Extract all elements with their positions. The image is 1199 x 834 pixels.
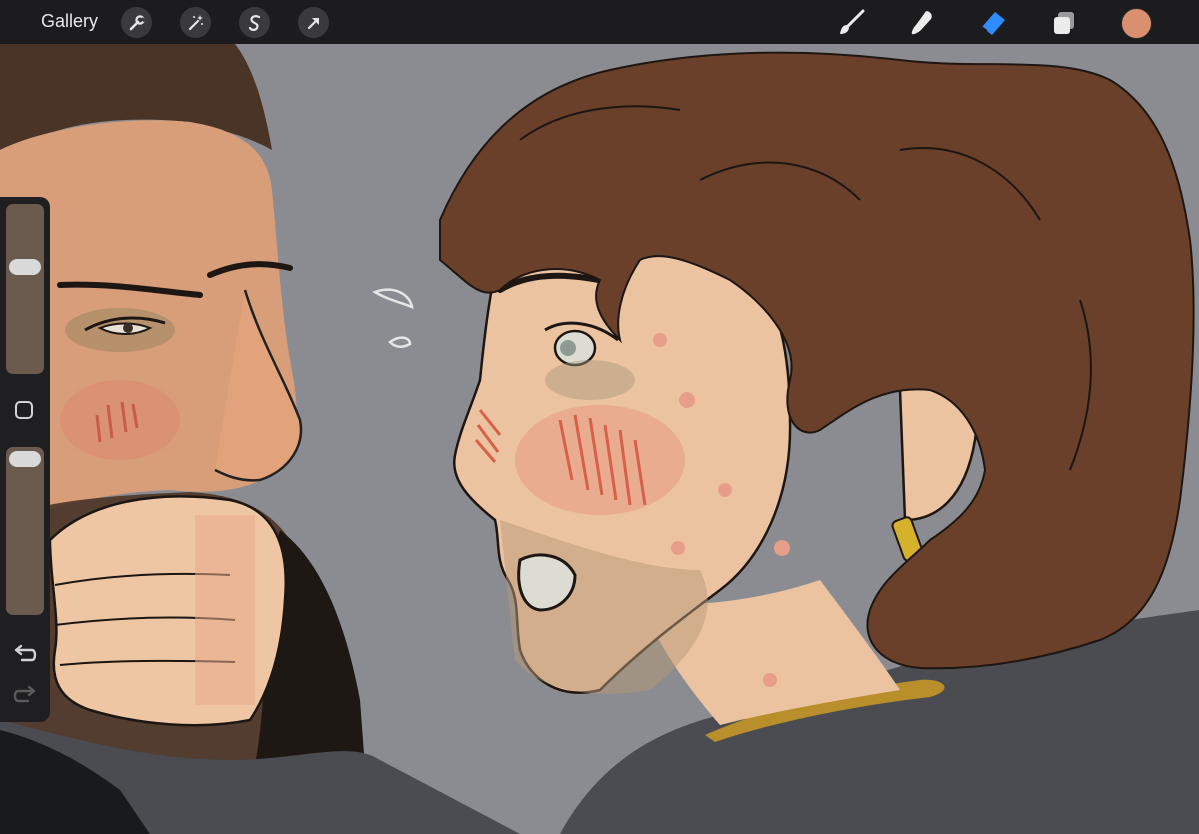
brush-icon bbox=[840, 9, 865, 34]
selection-button[interactable] bbox=[239, 7, 270, 38]
redo-button[interactable] bbox=[12, 685, 38, 707]
opacity-slider[interactable] bbox=[6, 447, 44, 615]
brush-tool-button[interactable] bbox=[835, 7, 867, 39]
top-toolbar: Gallery bbox=[0, 0, 1199, 44]
magic-wand-icon bbox=[188, 14, 203, 30]
selection-s-icon bbox=[248, 14, 260, 31]
transform-arrow-icon bbox=[307, 17, 319, 29]
smudge-icon bbox=[911, 11, 932, 35]
undo-button[interactable] bbox=[12, 644, 38, 666]
modify-button[interactable] bbox=[15, 401, 33, 419]
artwork bbox=[0, 44, 1199, 834]
gallery-button[interactable]: Gallery bbox=[41, 11, 98, 32]
undo-icon bbox=[14, 644, 37, 662]
drawing-canvas[interactable] bbox=[0, 44, 1199, 834]
layers-icon bbox=[1054, 12, 1074, 34]
redo-icon bbox=[13, 685, 36, 703]
color-swatch[interactable] bbox=[1121, 8, 1152, 39]
eraser-tool-button[interactable] bbox=[977, 7, 1009, 39]
layers-button[interactable] bbox=[1048, 7, 1080, 39]
actions-wrench-button[interactable] bbox=[121, 7, 152, 38]
left-sidebar bbox=[0, 197, 50, 722]
smudge-tool-button[interactable] bbox=[906, 7, 938, 39]
brush-size-slider[interactable] bbox=[6, 204, 44, 374]
opacity-thumb[interactable] bbox=[9, 451, 41, 467]
adjustments-button[interactable] bbox=[180, 7, 211, 38]
brush-size-thumb[interactable] bbox=[9, 259, 41, 276]
transform-button[interactable] bbox=[298, 7, 329, 38]
wrench-icon bbox=[129, 14, 146, 30]
eraser-icon bbox=[981, 12, 1005, 35]
